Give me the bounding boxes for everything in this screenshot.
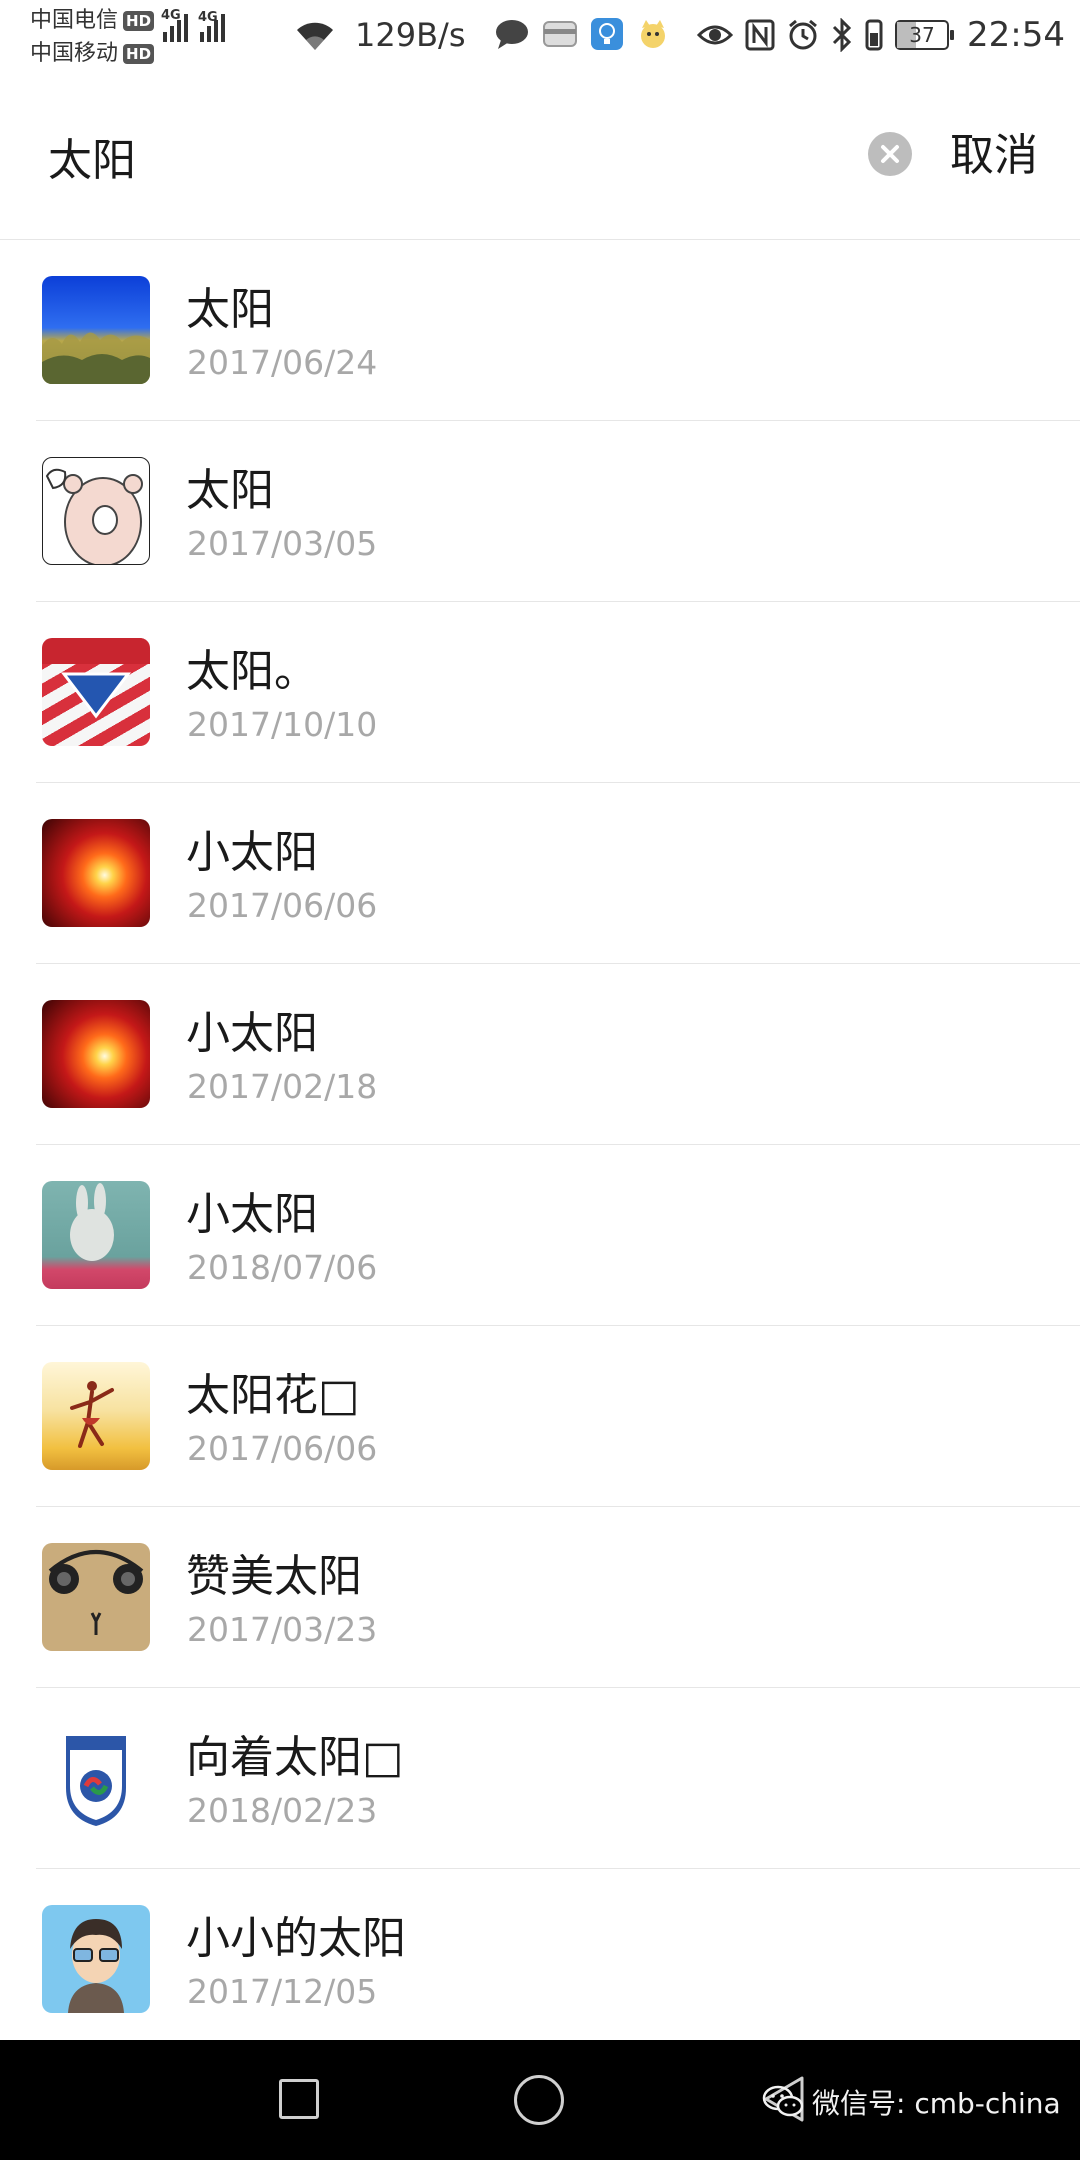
hd-badge: HD [123,43,155,64]
list-item[interactable]: 太阳 2017/03/05 [0,421,1080,602]
result-date: 2017/06/24 [187,343,378,382]
cancel-button[interactable]: 取消 [950,124,1038,188]
result-name: 太阳花□ [186,1370,360,1421]
result-name: 太阳 [186,465,274,516]
clock: 22:54 [967,15,1065,55]
result-date: 2017/06/06 [187,886,378,925]
thumbnail-sunburst [42,1000,150,1108]
list-item[interactable]: 向着太阳□ 2018/02/23 [0,1688,1080,1869]
carrier-name: 中国移动 [30,41,119,66]
carrier-2: 中国移动 HD [30,37,155,70]
thumbnail-superman-stripes [42,638,150,746]
list-item[interactable]: 赞美太阳 2017/03/23 [0,1507,1080,1688]
navigation-bar: 微信号: cmb-china [0,2040,1080,2160]
list-item[interactable]: 太阳 2017/06/24 [0,240,1080,421]
search-header: 取消 [0,76,1080,240]
alarm-icon [789,19,817,50]
bulb-app-icon [591,18,623,50]
result-date: 2017/12/05 [187,1972,378,2011]
result-date: 2017/02/18 [187,1067,378,1106]
result-name: 小小的太阳 [186,1913,406,1964]
close-icon [881,145,899,163]
search-input[interactable] [48,124,848,188]
result-date: 2017/06/06 [187,1429,378,1468]
carrier-info: 中国电信 HD 中国移动 HD [30,4,155,70]
notification-icons [495,18,669,50]
result-name: 向着太阳□ [186,1732,404,1783]
system-icons: 37 [697,18,954,52]
signal-4g-icon: 4G [161,8,188,42]
thumbnail-sunburst [42,819,150,927]
result-name: 小太阳 [186,827,318,878]
vibrate-icon [865,19,883,51]
wechat-icon [762,2085,804,2117]
list-item[interactable]: 小小的太阳 2017/12/05 [0,1869,1080,2050]
thumbnail-cartoon-bear [42,457,150,565]
result-date: 2017/03/05 [187,524,378,563]
list-item[interactable]: 小太阳 2017/06/06 [0,783,1080,964]
carrier-name: 中国电信 [30,8,119,33]
signal-indicators: 4G 4G [161,8,225,42]
list-item[interactable]: 太阳花□ 2017/06/06 [0,1326,1080,1507]
home-button[interactable] [514,2075,564,2125]
clear-search-button[interactable] [868,132,912,176]
status-bar: 中国电信 HD 中国移动 HD 4G 4G 129B/s 37 22:54 [0,0,1080,76]
chat-bubble-icon [496,20,528,49]
battery-level: 37 [909,23,935,47]
thumbnail-sky-grass [42,276,150,384]
result-date: 2017/10/10 [187,705,378,744]
list-item[interactable]: 太阳。 2017/10/10 [0,602,1080,783]
battery-icon: 37 [895,20,954,50]
result-name: 太阳 [186,284,274,335]
bluetooth-icon [832,18,852,52]
thumbnail-dancer [42,1362,150,1470]
thumbnail-plush-rabbit [42,1181,150,1289]
network-type: 4G [198,10,218,25]
result-name: 太阳。 [186,646,318,697]
list-item[interactable]: 小太阳 2017/02/18 [0,964,1080,1145]
cat-app-icon [641,20,665,48]
nfc-icon [745,19,775,51]
result-date: 2018/07/06 [187,1248,378,1287]
card-icon [543,21,577,47]
network-speed: 129B/s [355,16,466,54]
result-name: 小太阳 [186,1189,318,1240]
thumbnail-lion-headphones [42,1543,150,1651]
result-name: 小太阳 [186,1008,318,1059]
watermark-text: 微信号: cmb-china [812,2087,1061,2120]
wechat-watermark: 微信号: cmb-china [762,2082,1061,2122]
search-results-list: 太阳 2017/06/24 太阳 2017/03/05 太阳。 2017/10/… [0,240,1080,2050]
recent-apps-button[interactable] [279,2079,319,2119]
wifi-icon [297,22,333,50]
result-date: 2018/02/23 [187,1791,378,1830]
thumbnail-cartoon-avatar [42,1905,150,2013]
eye-icon [697,25,733,45]
network-type: 4G [161,8,181,23]
result-date: 2017/03/23 [187,1610,378,1649]
list-item[interactable]: 小太阳 2018/07/06 [0,1145,1080,1326]
carrier-1: 中国电信 HD [30,4,155,37]
result-name: 赞美太阳 [186,1551,362,1602]
hd-badge: HD [123,10,155,31]
signal-4g-icon: 4G [198,10,225,42]
thumbnail-emblem [42,1724,150,1832]
